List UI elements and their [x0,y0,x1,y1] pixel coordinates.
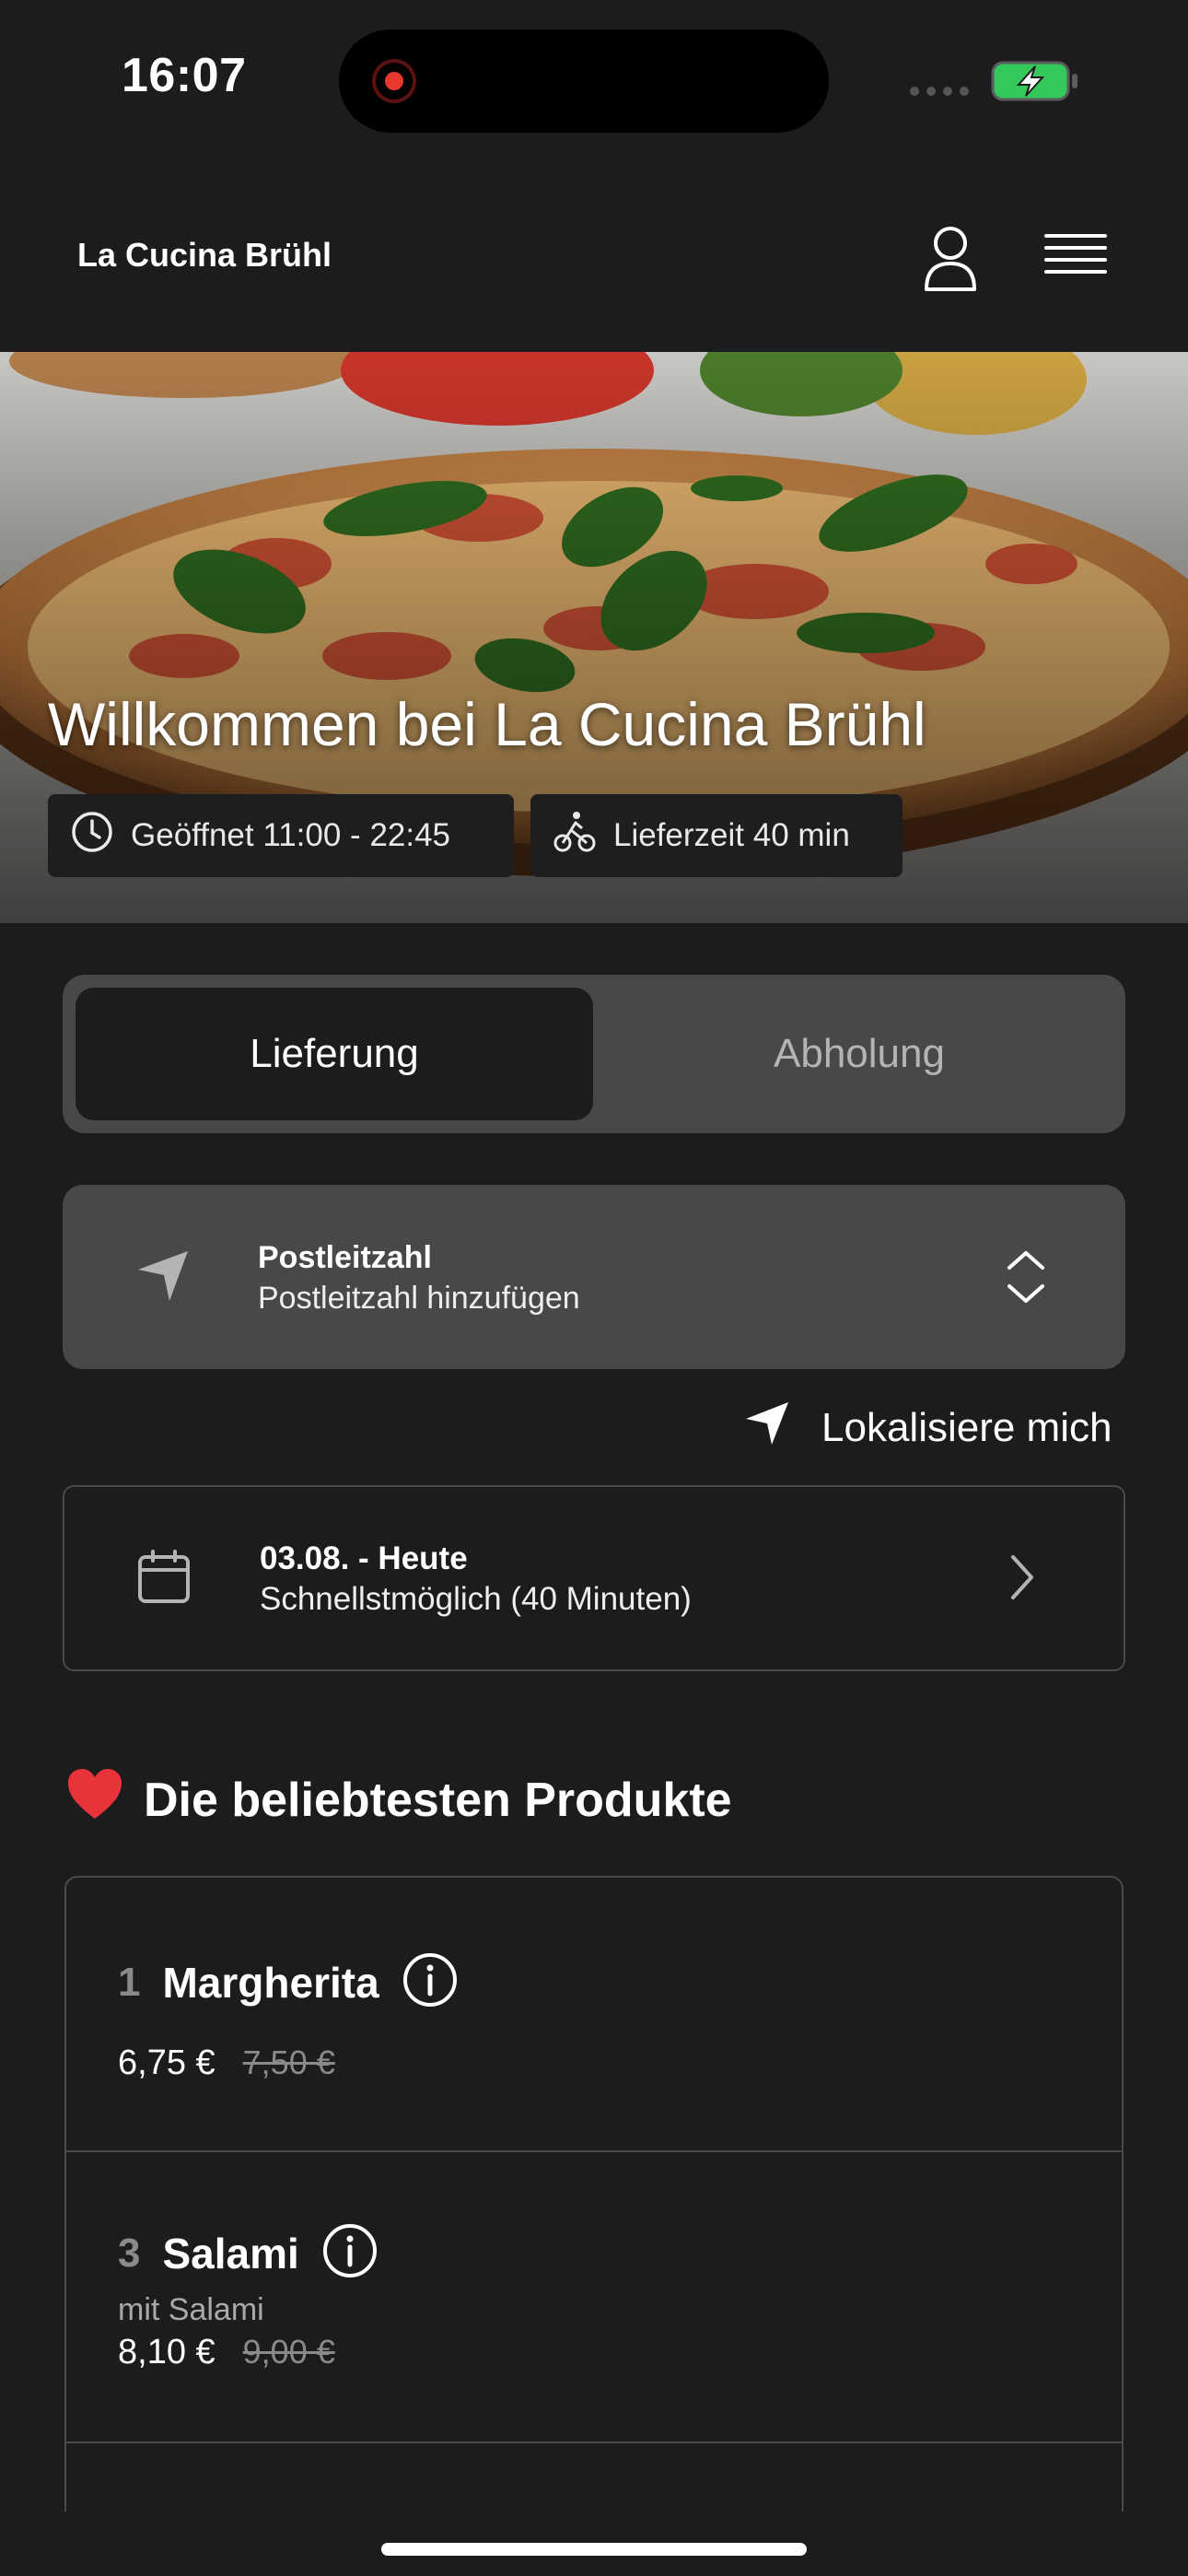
postcode-selector[interactable] [63,1185,1125,1369]
opening-hours-text: Geöffnet 11:00 - 22:45 [131,817,451,853]
product-name: Salami [162,2229,299,2277]
menu-button[interactable] [1033,216,1118,300]
cellular-signal-icon [910,87,969,96]
order-mode-toggle: Lieferung Abholung [63,975,1125,1133]
list-item[interactable]: 3 Salami [118,2222,379,2284]
status-time: 16:07 [122,49,247,102]
product-price: 8,10 € [118,2333,215,2371]
info-icon[interactable] [402,1951,459,2013]
bicycle-courier-icon [553,810,597,862]
postcode-placeholder[interactable]: Postleitzahl hinzufügen [258,1281,580,1317]
profile-button[interactable] [908,216,993,300]
date-title: 03.08. - Heute [260,1540,468,1576]
product-name: Margherita [162,1958,379,2007]
popular-products-title: Die beliebtesten Produkte [144,1773,732,1827]
product-price-row: 8,10 € 9,00 € [118,2333,335,2372]
product-price-row: 6,75 € 7,50 € [118,2043,335,2083]
opening-hours-chip: Geöffnet 11:00 - 22:45 [48,794,514,877]
clock-icon [70,810,114,862]
hamburger-menu-icon [1033,234,1118,303]
chevron-right-icon [1004,1551,1041,1608]
product-old-price: 9,00 € [242,2333,335,2371]
date-subtitle: Schnellstmöglich (40 Minuten) [260,1581,692,1617]
locate-me-label: Lokalisiere mich [821,1405,1112,1450]
chevron-up-down-icon[interactable] [1004,1246,1048,1313]
tab-pickup[interactable]: Abholung [606,988,1112,1120]
product-old-price: 7,50 € [242,2043,335,2081]
home-indicator[interactable] [381,2543,807,2556]
hero-title: Willkommen bei La Cucina Brühl [48,690,926,758]
navigation-arrow-icon [136,1249,190,1307]
product-description: mit Salami [118,2292,264,2327]
tab-delivery[interactable]: Lieferung [76,988,593,1120]
battery-charging-icon [991,61,1079,106]
product-number: 1 [118,1959,141,2005]
locate-me-button[interactable]: Lokalisiere mich [744,1400,1112,1456]
recording-indicator-icon [372,59,416,103]
product-number: 3 [118,2230,141,2276]
postcode-label: Postleitzahl [258,1240,432,1275]
heart-icon [66,1767,123,1832]
restaurant-brand[interactable]: La Cucina Brühl [77,236,332,275]
location-arrow-icon [744,1400,790,1457]
info-icon[interactable] [321,2222,379,2284]
calendar-icon [134,1548,193,1611]
delivery-time-text: Lieferzeit 40 min [613,817,850,853]
person-icon [908,227,993,303]
popular-products-heading: Die beliebtesten Produkte [66,1767,732,1832]
row-divider [64,2150,1124,2152]
delivery-time-chip: Lieferzeit 40 min [530,794,903,877]
delivery-date-selector[interactable] [63,1485,1125,1671]
product-price: 6,75 € [118,2043,215,2082]
row-divider [64,2441,1124,2443]
list-item[interactable]: 1 Margherita [118,1951,459,2013]
